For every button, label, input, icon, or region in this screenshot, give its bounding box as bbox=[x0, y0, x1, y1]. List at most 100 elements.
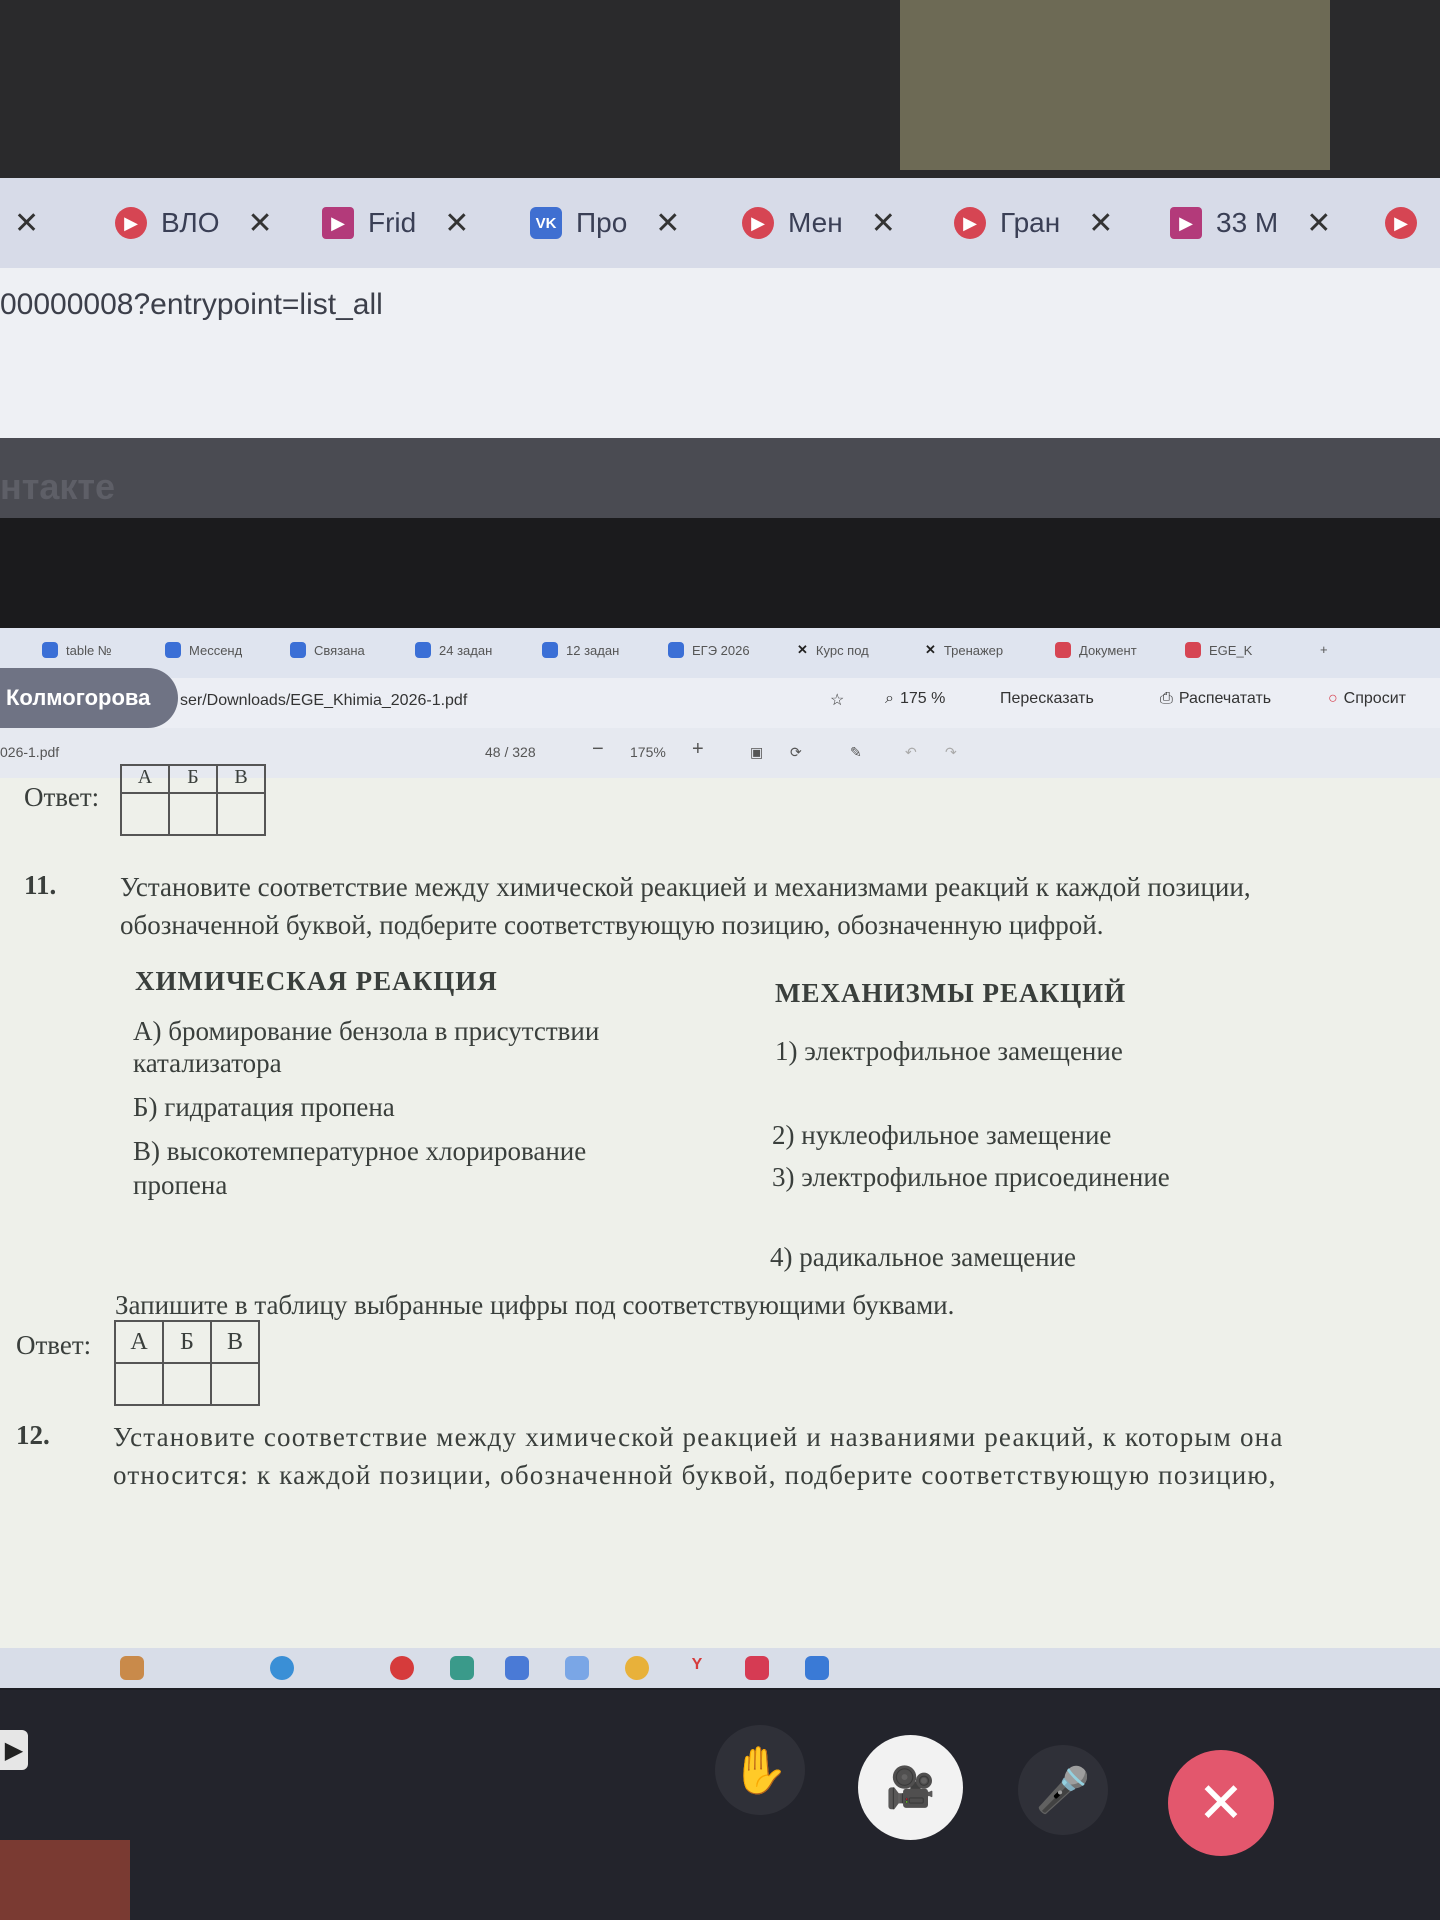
outer-tab-3[interactable]: VK Про ✕ bbox=[530, 196, 680, 250]
outer-tab-5[interactable]: ▶ Гран ✕ bbox=[954, 196, 1113, 250]
question-text-line: обозначенной буквой, подберите соответст… bbox=[120, 910, 1104, 940]
close-icon[interactable]: ✕ bbox=[1306, 206, 1331, 241]
bookmark-button[interactable]: ☆ bbox=[830, 690, 844, 710]
reaction-item: Б) гидратация пропена bbox=[133, 1092, 395, 1122]
inner-tab[interactable]: Мессенд bbox=[165, 642, 242, 658]
end-call-button[interactable]: ✕ bbox=[1168, 1750, 1274, 1856]
page-indicator[interactable]: 48 / 328 bbox=[485, 744, 536, 760]
close-icon[interactable]: ✕ bbox=[248, 206, 273, 241]
app-icon[interactable] bbox=[805, 1656, 829, 1680]
microphone-button[interactable]: 🎤 bbox=[1018, 1745, 1108, 1835]
zoom-in-button[interactable]: + bbox=[692, 738, 704, 761]
search-icon: ⌕ bbox=[885, 690, 894, 707]
tab-label: ВЛО bbox=[161, 207, 220, 238]
redo-icon[interactable]: ↷ bbox=[945, 744, 957, 761]
play-icon: ▶ bbox=[954, 207, 986, 239]
print-button[interactable]: ⎙ Распечатать bbox=[1160, 690, 1271, 708]
outer-tab-6[interactable]: ▶ 33 М ✕ bbox=[1170, 196, 1331, 250]
self-video-thumbnail[interactable] bbox=[0, 1840, 130, 1920]
bookmark-icon: ☆ bbox=[830, 692, 845, 709]
inner-tab[interactable]: 12 задан bbox=[542, 642, 619, 658]
answer-cell[interactable] bbox=[114, 1362, 164, 1406]
app-icon[interactable] bbox=[120, 1656, 144, 1680]
table-header: А bbox=[114, 1320, 164, 1364]
circle-icon: ○ bbox=[1328, 690, 1338, 707]
raise-hand-button[interactable]: ✋ bbox=[715, 1725, 805, 1815]
answer-cell[interactable] bbox=[120, 792, 170, 836]
outer-address-bar[interactable]: 00000008?entrypoint=list_all bbox=[0, 268, 1440, 438]
print-icon: ⎙ bbox=[1160, 690, 1173, 707]
close-icon[interactable]: ✕ bbox=[14, 206, 39, 241]
play-icon: ▶ bbox=[322, 207, 354, 239]
pdf-page: Ответ: А Б В 11. Установите соответствие… bbox=[0, 764, 1440, 1648]
prev-answer-table: А Б В bbox=[120, 764, 266, 836]
inner-tab[interactable]: ✕ Тренажер bbox=[925, 642, 1003, 658]
mechanism-item: 3) электрофильное присоединение bbox=[772, 1162, 1170, 1192]
inner-tab[interactable]: ЕГЭ 2026 bbox=[668, 642, 750, 658]
draw-icon[interactable]: ✎ bbox=[850, 744, 862, 761]
outer-tab-4[interactable]: ▶ Мен ✕ bbox=[742, 196, 896, 250]
edge-icon[interactable] bbox=[270, 1656, 294, 1680]
outer-tab-1[interactable]: ▶ ВЛО ✕ bbox=[115, 196, 273, 250]
table-header: В bbox=[210, 1320, 260, 1364]
close-icon[interactable]: ✕ bbox=[444, 206, 469, 241]
outer-tab-partial[interactable]: ✕ bbox=[0, 196, 39, 250]
outer-tab-bar: ✕ ▶ ВЛО ✕ ▶ Frid ✕ VK Про ✕ ▶ Мен ✕ ▶ Гр… bbox=[0, 178, 1440, 268]
answer-cell[interactable] bbox=[216, 792, 266, 836]
question-text-line: относится: к каждой позиции, обозначенно… bbox=[113, 1460, 1277, 1490]
undo-icon[interactable]: ↶ bbox=[905, 744, 917, 761]
outer-tab-2[interactable]: ▶ Frid ✕ bbox=[322, 196, 469, 250]
new-tab-button[interactable]: + bbox=[1320, 642, 1328, 657]
microphone-icon: 🎤 bbox=[1035, 1766, 1091, 1815]
yandex-browser-icon[interactable]: Y bbox=[685, 1656, 709, 1680]
tab-favicon bbox=[415, 642, 431, 658]
table-header: В bbox=[216, 764, 266, 794]
chrome-icon[interactable] bbox=[625, 1656, 649, 1680]
inner-tab-active[interactable]: EGE_K bbox=[1185, 642, 1252, 658]
close-icon[interactable]: ✕ bbox=[871, 206, 896, 241]
outer-tab-7[interactable]: ▶ bbox=[1385, 196, 1417, 250]
inner-tab[interactable]: table № bbox=[42, 642, 112, 658]
tab-favicon bbox=[42, 642, 58, 658]
play-icon: ▶ bbox=[115, 207, 147, 239]
answer-cell[interactable] bbox=[168, 792, 218, 836]
left-column-header: ХИМИЧЕСКАЯ РЕАКЦИЯ bbox=[135, 966, 498, 996]
fit-page-icon[interactable]: ▣ bbox=[750, 744, 763, 761]
app-icon[interactable] bbox=[450, 1656, 474, 1680]
inner-tab[interactable]: 24 задан bbox=[415, 642, 492, 658]
rotate-icon[interactable]: ⟳ bbox=[790, 744, 802, 761]
tab-label: 33 М bbox=[1216, 207, 1279, 238]
tab-label: Гран bbox=[1000, 207, 1061, 238]
ask-button[interactable]: ○ Спросит bbox=[1328, 690, 1406, 708]
url-text[interactable]: 00000008?entrypoint=list_all bbox=[0, 288, 383, 322]
x-logo-icon: ✕ bbox=[797, 642, 808, 657]
mechanism-item: 1) электрофильное замещение bbox=[775, 1036, 1123, 1066]
inner-tab[interactable]: ✕ Курс под bbox=[797, 642, 869, 658]
tab-label: Frid bbox=[368, 207, 417, 238]
close-icon[interactable]: ✕ bbox=[1088, 206, 1113, 241]
outer-page-header: нтакте bbox=[0, 438, 1440, 518]
tab-label: Мен bbox=[788, 207, 843, 238]
yandex-icon[interactable] bbox=[390, 1656, 414, 1680]
zoom-out-button[interactable]: − bbox=[592, 738, 604, 761]
tab-label: Про bbox=[576, 207, 628, 238]
app-icon[interactable] bbox=[565, 1656, 589, 1680]
reaction-item-cont: катализатора bbox=[133, 1048, 282, 1078]
answer-cell[interactable] bbox=[162, 1362, 212, 1406]
zoom-button[interactable]: ⌕ 175 % bbox=[885, 690, 945, 708]
inner-tab[interactable]: Связана bbox=[290, 642, 365, 658]
answer-cell[interactable] bbox=[210, 1362, 260, 1406]
camera-toggle-button[interactable]: 🎥 bbox=[858, 1735, 963, 1840]
close-icon[interactable]: ✕ bbox=[655, 206, 680, 241]
answer-label: Ответ: bbox=[16, 1330, 92, 1360]
retell-button[interactable]: Пересказать bbox=[1000, 690, 1094, 708]
app-icon[interactable] bbox=[745, 1656, 769, 1680]
right-column-header: МЕХАНИЗМЫ РЕАКЦИЙ bbox=[775, 978, 1127, 1008]
app-icon[interactable] bbox=[505, 1656, 529, 1680]
expand-panel-button[interactable]: ▶ bbox=[0, 1730, 28, 1770]
video-frame-border bbox=[0, 518, 1440, 628]
zoom-value[interactable]: 175% bbox=[630, 744, 666, 760]
play-icon: ▶ bbox=[1385, 207, 1417, 239]
file-path-text[interactable]: ser/Downloads/EGE_Khimia_2026-1.pdf bbox=[180, 692, 467, 710]
inner-tab[interactable]: Документ bbox=[1055, 642, 1137, 658]
